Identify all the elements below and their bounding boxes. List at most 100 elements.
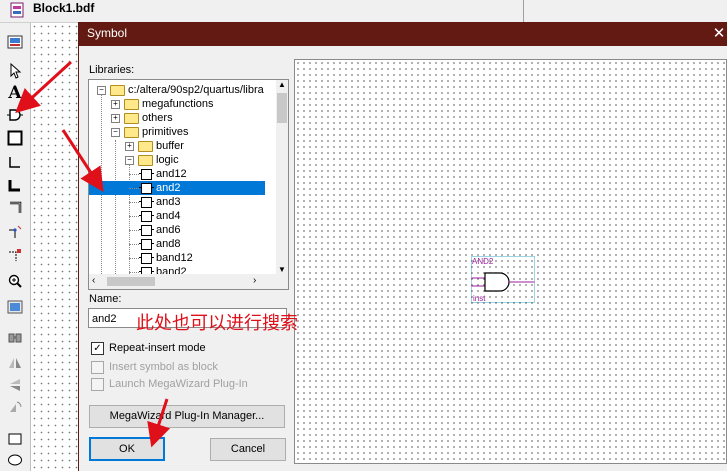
symbol-insert-icon[interactable]: [5, 105, 25, 125]
collapse-icon[interactable]: −: [111, 128, 120, 137]
close-icon[interactable]: ✕: [711, 24, 727, 42]
insert-as-block-checkbox[interactable]: [91, 361, 104, 374]
orthogonal-node-icon[interactable]: [5, 152, 25, 172]
symbol-dialog: Symbol ✕ Libraries: − c:/altera/90sp2/qua…: [78, 22, 727, 471]
symbol-tool-icon[interactable]: [5, 32, 25, 52]
folder-icon: [138, 141, 153, 152]
library-tree[interactable]: − c:/altera/90sp2/quartus/libra + megafunct…: [88, 79, 289, 290]
name-label: Name:: [89, 293, 122, 305]
tree-item-and12[interactable]: and12: [89, 167, 276, 181]
tree-item-label: others: [142, 112, 173, 124]
tree-branch-line: [129, 216, 139, 218]
block-editor-toolbar: A: [0, 23, 31, 471]
tree-branch-line: [129, 258, 139, 260]
tree-item-band12[interactable]: band12: [89, 251, 276, 265]
tree-item-label: and2: [156, 182, 181, 194]
ok-button[interactable]: OK: [89, 437, 165, 461]
folder-icon: [138, 155, 153, 166]
folder-icon: [124, 127, 139, 138]
tree-item-label: band12: [156, 252, 193, 264]
ellipse-icon[interactable]: [5, 450, 25, 470]
scroll-down-icon[interactable]: ▼: [278, 265, 286, 274]
document-title: Block1.bdf: [33, 1, 95, 15]
and2-symbol-preview: AND2 inst: [471, 256, 535, 303]
block-diagram-canvas[interactable]: [31, 23, 78, 471]
expand-icon[interactable]: +: [125, 142, 134, 151]
tree-item-others[interactable]: + others: [89, 111, 276, 125]
folder-icon: [124, 99, 139, 110]
selection-tool-icon[interactable]: [5, 61, 25, 81]
launch-megawizard-checkbox[interactable]: [91, 378, 104, 391]
expand-icon[interactable]: +: [111, 100, 120, 109]
instance-label-text: inst: [473, 294, 486, 303]
tree-item-and8[interactable]: and8: [89, 237, 276, 251]
tree-item-megafunctions[interactable]: + megafunctions: [89, 97, 276, 111]
symbol-icon: [139, 253, 154, 264]
symbol-name-text: AND2: [472, 257, 494, 266]
tree-item-label: logic: [156, 154, 179, 166]
tree-item-buffer[interactable]: + buffer: [89, 139, 276, 153]
tree-item-and4[interactable]: and4: [89, 209, 276, 223]
orthogonal-bus-icon[interactable]: [5, 175, 25, 195]
cancel-button[interactable]: Cancel: [210, 438, 286, 461]
titlebar-divider: [523, 0, 524, 22]
tree-item-and3[interactable]: and3: [89, 195, 276, 209]
find-icon[interactable]: [5, 328, 25, 348]
orthogonal-conduit-icon[interactable]: [5, 198, 25, 218]
partial-line-icon[interactable]: [5, 245, 25, 265]
tree-item-c-altera-90sp2-quartus-libra[interactable]: − c:/altera/90sp2/quartus/libra: [89, 83, 276, 97]
tree-item-logic[interactable]: − logic: [89, 153, 276, 167]
full-screen-icon[interactable]: [5, 297, 25, 317]
tree-item-label: buffer: [156, 140, 184, 152]
tree-item-label: and4: [156, 210, 181, 222]
symbol-icon: [139, 197, 154, 208]
insert-as-block-label: Insert symbol as block: [109, 361, 218, 373]
flip-vertical-icon[interactable]: [5, 375, 25, 395]
tree-horizontal-scroll-thumb[interactable]: [107, 277, 155, 286]
tree-branch-line: [129, 174, 139, 176]
scroll-right-icon[interactable]: ›: [253, 275, 256, 286]
collapse-icon[interactable]: −: [125, 156, 134, 165]
tree-item-primitives[interactable]: − primitives: [89, 125, 276, 139]
symbol-icon: [139, 183, 154, 194]
text-tool-icon[interactable]: A: [5, 83, 25, 103]
expand-icon[interactable]: +: [111, 114, 120, 123]
tree-branch-line: [129, 188, 139, 190]
symbol-icon: [139, 225, 154, 236]
rectangle-icon[interactable]: [5, 429, 25, 449]
tree-branch-line: [129, 230, 139, 232]
tree-item-label: and6: [156, 224, 181, 236]
megawizard-manager-button[interactable]: MegaWizard Plug-In Manager...: [89, 405, 285, 428]
tree-item-and2[interactable]: and2: [89, 181, 276, 195]
symbol-icon: [139, 211, 154, 222]
tree-item-label: primitives: [142, 126, 189, 138]
scroll-left-icon[interactable]: ‹: [92, 275, 95, 286]
tree-item-label: and8: [156, 238, 181, 250]
collapse-icon[interactable]: −: [97, 86, 106, 95]
rotate-icon[interactable]: [5, 397, 25, 417]
window-titlebar: [0, 0, 727, 23]
tree-item-label: and3: [156, 196, 181, 208]
symbol-icon: [139, 169, 154, 180]
search-hint-annotation: 此处也可以进行搜索: [136, 313, 298, 334]
tree-vertical-scroll-thumb[interactable]: [277, 93, 287, 123]
tree-item-label: and12: [156, 168, 187, 180]
flip-horizontal-icon[interactable]: [5, 353, 25, 373]
tree-branch-line: [129, 202, 139, 204]
bdf-document-icon: [10, 2, 24, 18]
launch-megawizard-label: Launch MegaWizard Plug-In: [109, 378, 248, 390]
tree-item-label: c:/altera/90sp2/quartus/libra: [128, 84, 264, 96]
tree-branch-line: [129, 244, 139, 246]
scroll-up-icon[interactable]: ▲: [278, 80, 286, 89]
zoom-icon[interactable]: [5, 271, 25, 291]
rubberbanding-icon[interactable]: [5, 222, 25, 242]
repeat-insert-label: Repeat-insert mode: [109, 342, 206, 354]
symbol-icon: [139, 239, 154, 250]
block-tool-icon[interactable]: [5, 128, 25, 148]
folder-icon: [124, 113, 139, 124]
libraries-label: Libraries:: [89, 64, 135, 76]
tree-item-and6[interactable]: and6: [89, 223, 276, 237]
tree-item-label: megafunctions: [142, 98, 214, 110]
repeat-insert-checkbox[interactable]: ✓: [91, 342, 104, 355]
symbol-preview: AND2 inst: [294, 59, 727, 464]
